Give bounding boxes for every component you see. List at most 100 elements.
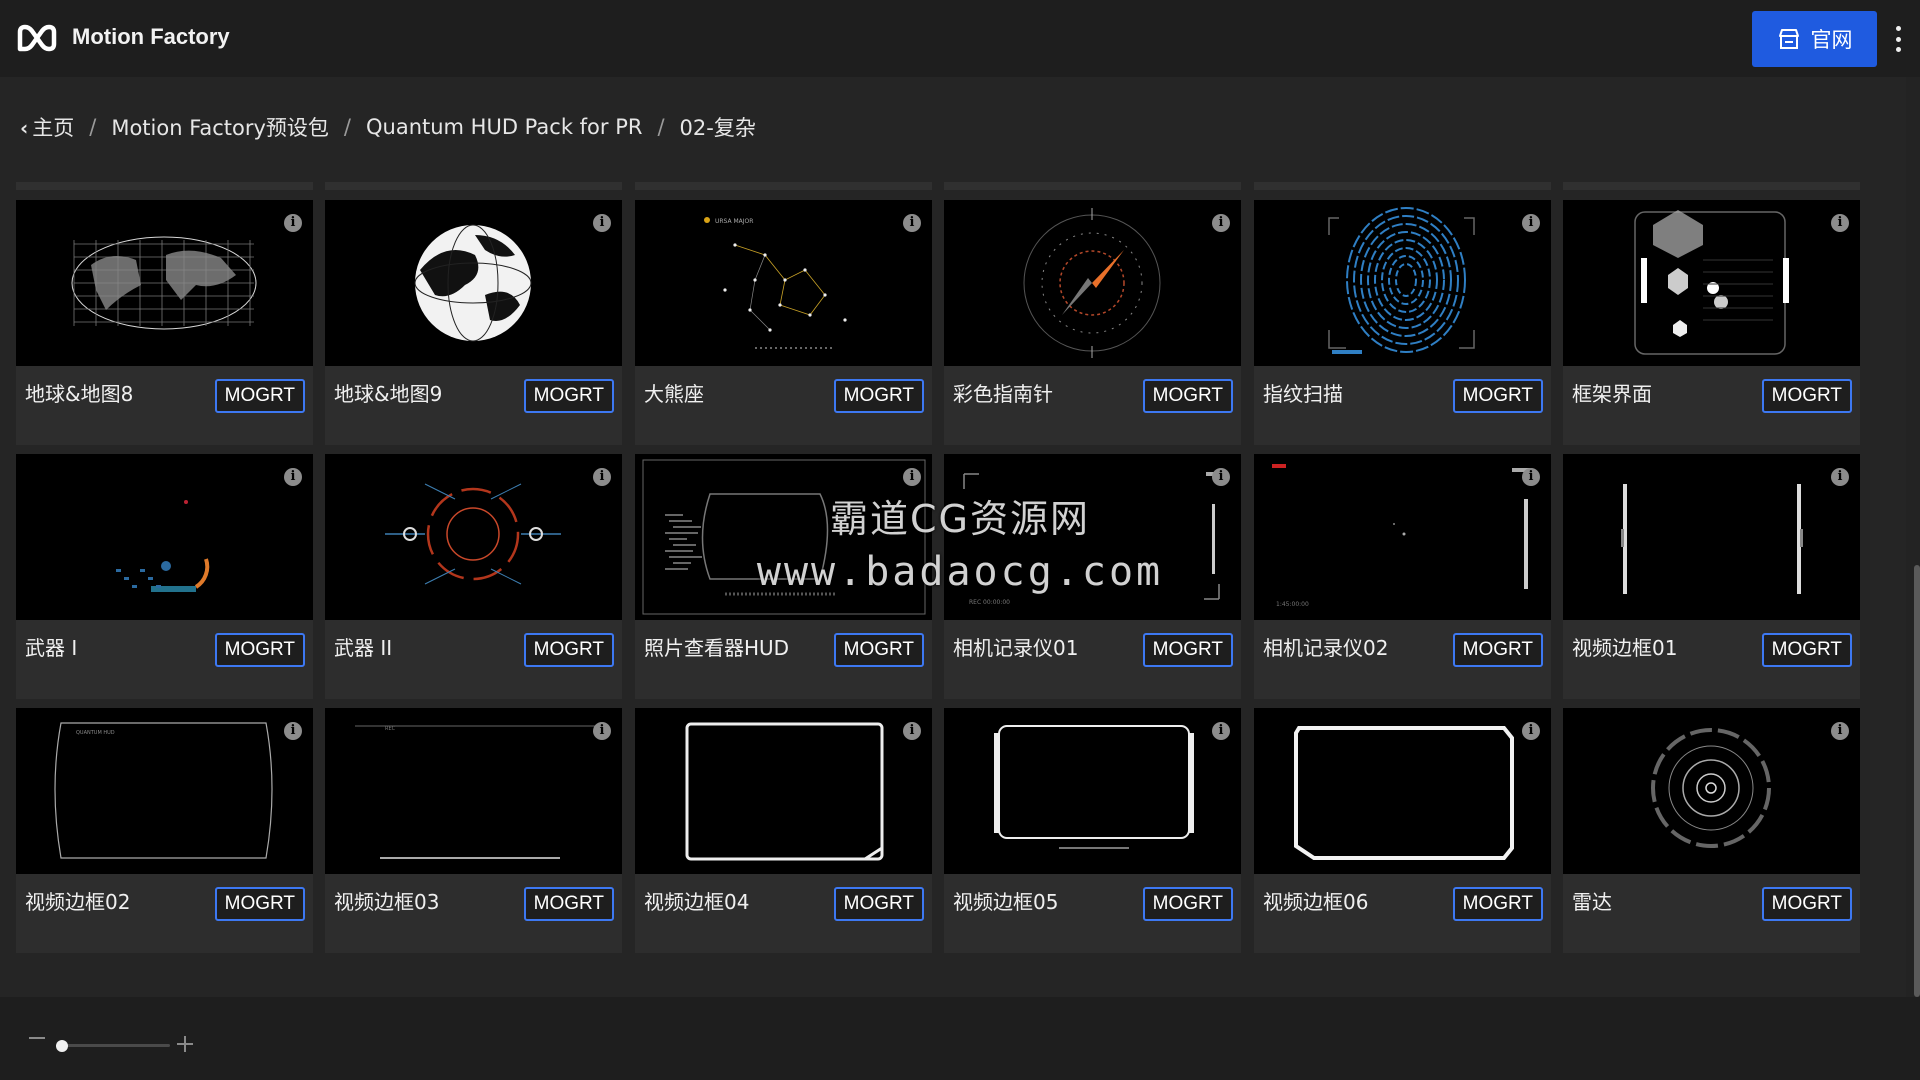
info-icon[interactable]: i [903,722,921,740]
mogrt-badge[interactable]: MOGRT [1761,887,1852,921]
preset-preview-image: QUANTUM HUD [54,722,273,859]
preset-thumbnail[interactable] [635,708,932,874]
mogrt-badge[interactable]: MOGRT [523,633,614,667]
info-icon[interactable]: i [1212,722,1230,740]
info-icon[interactable]: i [593,468,611,486]
preset-thumbnail[interactable] [325,200,622,366]
preset-card[interactable]: REC 00:00:00 i 相机记录仪01 MOGRT [944,454,1241,699]
preset-card[interactable]: i 武器 II MOGRT [325,454,622,699]
preset-card[interactable]: i 照片查看器HUD MOGRT [635,454,932,699]
info-icon[interactable]: i [593,214,611,232]
preset-name: 视频边框04 [644,890,750,914]
breadcrumb-preset-pack[interactable]: Motion Factory预设包 [111,112,329,142]
zoom-slider[interactable] [56,1044,170,1047]
preset-card[interactable]: i 指纹扫描 MOGRT [1254,200,1551,445]
preset-name: 视频边框03 [334,890,440,914]
info-icon[interactable]: i [1831,468,1849,486]
preset-card[interactable]: i 地球&地图9 MOGRT [325,200,622,445]
info-icon[interactable]: i [1522,214,1540,232]
official-website-button[interactable]: 官网 [1752,11,1877,67]
preset-thumbnail[interactable] [16,200,313,366]
preset-card[interactable]: i 视频边框04 MOGRT [635,708,932,953]
preset-card[interactable]: i 框架界面 MOGRT [1563,200,1860,445]
preset-card[interactable]: i 雷达 MOGRT [1563,708,1860,953]
mogrt-badge[interactable]: MOGRT [1761,633,1852,667]
preset-card[interactable]: URSA MAJOR i 大熊座 MOGRT [635,200,932,445]
info-icon[interactable]: i [903,468,921,486]
preset-thumbnail[interactable] [635,454,932,620]
preset-card[interactable]: i 彩色指南针 MOGRT [944,200,1241,445]
preset-thumbnail[interactable] [1254,708,1551,874]
preset-thumbnail[interactable] [1254,200,1551,366]
preset-thumbnail[interactable] [1563,708,1860,874]
preset-grid: i 地球&地图8 MOGRT i 地球&地图9 MOGRT URSA MAJOR… [0,178,1900,988]
previous-row-stubs [0,178,1900,192]
info-icon[interactable]: i [1522,722,1540,740]
breadcrumb-separator: / [343,115,351,139]
preset-preview-image [116,500,210,592]
preset-name: 武器 II [334,636,393,660]
breadcrumb-current[interactable]: 02-复杂 [680,112,756,142]
preset-card[interactable]: 1:45:00:00 i 相机记录仪02 MOGRT [1254,454,1551,699]
svg-text:QUANTUM HUD: QUANTUM HUD [76,730,115,736]
preset-card[interactable]: i 武器 I MOGRT [16,454,313,699]
mogrt-badge[interactable]: MOGRT [1142,887,1233,921]
preset-card[interactable]: i 视频边框01 MOGRT [1563,454,1860,699]
preset-thumbnail[interactable] [944,708,1241,874]
preset-card[interactable]: QUANTUM HUD i 视频边框02 MOGRT [16,708,313,953]
preset-card[interactable]: i 视频边框06 MOGRT [1254,708,1551,953]
mogrt-badge[interactable]: MOGRT [523,887,614,921]
preset-thumbnail[interactable]: URSA MAJOR [635,200,932,366]
preset-thumbnail[interactable] [325,454,622,620]
mogrt-badge[interactable]: MOGRT [214,633,305,667]
official-website-label: 官网 [1810,28,1853,52]
preset-thumbnail[interactable]: QUANTUM HUD [16,708,313,874]
mogrt-badge[interactable]: MOGRT [1452,379,1543,413]
mogrt-badge[interactable]: MOGRT [833,633,924,667]
preset-thumbnail[interactable] [1563,200,1860,366]
info-icon[interactable]: i [284,468,302,486]
preset-card[interactable]: i 地球&地图8 MOGRT [16,200,313,445]
preset-thumbnail[interactable] [16,454,313,620]
preset-thumbnail[interactable]: 1:45:00:00 [1254,454,1551,620]
mogrt-badge[interactable]: MOGRT [523,379,614,413]
mogrt-badge[interactable]: MOGRT [833,887,924,921]
store-icon [1778,29,1799,49]
mogrt-badge[interactable]: MOGRT [214,887,305,921]
preset-preview-image [414,224,532,342]
mogrt-badge[interactable]: MOGRT [1761,379,1852,413]
mogrt-badge[interactable]: MOGRT [214,379,305,413]
info-icon[interactable]: i [1831,214,1849,232]
zoom-slider-handle[interactable] [55,1040,68,1052]
info-icon[interactable]: i [284,214,302,232]
breadcrumb-quantum-hud[interactable]: Quantum HUD Pack for PR [366,115,642,139]
preset-card[interactable]: i 视频边框05 MOGRT [944,708,1241,953]
info-icon[interactable]: i [1522,468,1540,486]
info-icon[interactable]: i [284,722,302,740]
mogrt-badge[interactable]: MOGRT [833,379,924,413]
more-vertical-icon[interactable] [1892,26,1904,52]
preset-preview-image [1651,728,1771,848]
mogrt-badge[interactable]: MOGRT [1452,887,1543,921]
info-icon[interactable]: i [593,722,611,740]
preset-card[interactable]: REC i 视频边框03 MOGRT [325,708,622,953]
preset-name: 相机记录仪01 [953,636,1079,660]
preset-thumbnail[interactable]: REC [325,708,622,874]
scrollbar-thumb[interactable] [1914,565,1920,997]
info-icon[interactable]: i [1831,722,1849,740]
info-icon[interactable]: i [1212,468,1230,486]
plus-icon[interactable] [177,1036,193,1052]
info-icon[interactable]: i [1212,214,1230,232]
preset-preview-image [1328,207,1475,354]
preset-name: 地球&地图8 [25,382,134,406]
preset-thumbnail[interactable]: REC 00:00:00 [944,454,1241,620]
preset-thumbnail[interactable] [944,200,1241,366]
minus-icon[interactable] [29,1037,45,1039]
preset-thumbnail[interactable] [1563,454,1860,620]
mogrt-badge[interactable]: MOGRT [1452,633,1543,667]
mogrt-badge[interactable]: MOGRT [1142,633,1233,667]
mogrt-badge[interactable]: MOGRT [1142,379,1233,413]
motion-factory-logo-icon[interactable] [17,22,57,54]
info-icon[interactable]: i [903,214,921,232]
breadcrumb-home[interactable]: ‹ 主页 [20,112,74,142]
